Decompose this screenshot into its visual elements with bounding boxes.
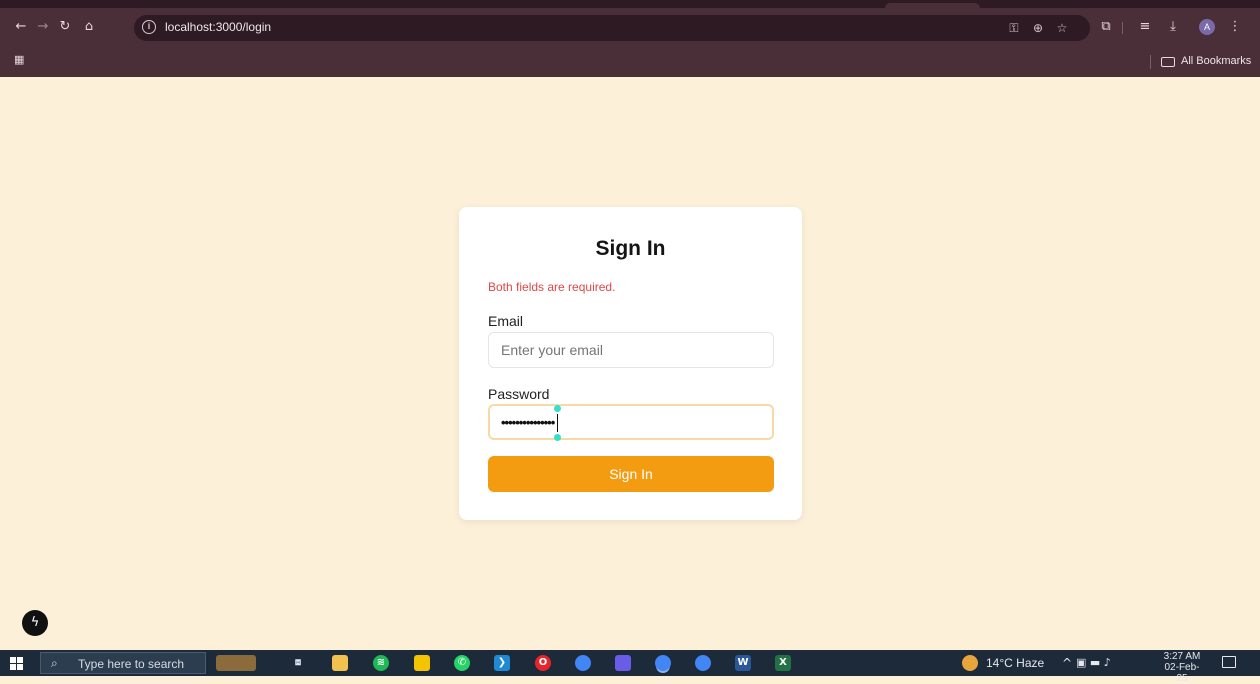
extensions-icon[interactable]: ⧉ — [1097, 18, 1115, 36]
sticky-notes-icon[interactable] — [414, 655, 430, 671]
address-bar[interactable]: i localhost:3000/login ⚿ ⊕ ☆ — [134, 15, 1090, 41]
back-icon[interactable]: ← — [12, 18, 30, 36]
email-field[interactable] — [488, 332, 774, 368]
whatsapp-icon[interactable]: ✆ — [454, 655, 470, 671]
taskbar-search[interactable]: ⌕ Type here to search — [40, 652, 206, 674]
bookmark-star-icon[interactable]: ☆ — [1054, 20, 1070, 36]
tray-chevron-icon[interactable]: ^ — [1062, 656, 1072, 670]
bookmarks-divider — [1150, 55, 1151, 69]
password-field[interactable]: ••••••••••••••• — [488, 404, 774, 442]
browser-toolbar: ← → ↻ ⌂ i localhost:3000/login ⚿ ⊕ ☆ ⧉ ≡… — [0, 8, 1260, 48]
text-cursor — [554, 405, 562, 442]
profile-avatar[interactable]: A — [1199, 19, 1215, 35]
toolbar-divider — [1122, 22, 1123, 34]
spotify-icon[interactable]: ≋ — [373, 655, 389, 671]
file-explorer-icon[interactable] — [332, 655, 348, 671]
bolt-icon[interactable]: ϟ — [22, 610, 48, 636]
search-icon: ⌕ — [51, 656, 58, 670]
download-icon[interactable]: ⤓ — [1164, 18, 1182, 36]
reading-list-icon[interactable]: ≡ — [1136, 18, 1154, 36]
copilot-icon[interactable] — [615, 655, 631, 671]
weather-icon[interactable] — [962, 655, 978, 671]
search-placeholder: Type here to search — [78, 657, 185, 671]
url-text[interactable]: localhost:3000/login — [165, 20, 271, 34]
signin-card: Sign In Both fields are required. Email … — [459, 207, 802, 520]
all-bookmarks-label[interactable]: All Bookmarks — [1181, 55, 1251, 67]
reload-icon[interactable]: ↻ — [56, 18, 74, 36]
signin-button[interactable]: Sign In — [488, 456, 774, 492]
folder-icon[interactable] — [1161, 57, 1175, 67]
tray-icons[interactable]: ▣ ▬ ♪ — [1076, 656, 1111, 669]
task-view-icon[interactable]: ⧈ — [290, 655, 306, 671]
weather-text[interactable]: 14°C Haze — [986, 656, 1044, 670]
clock-time: 3:27 AM — [1163, 651, 1201, 662]
windows-start-icon[interactable] — [10, 657, 23, 670]
clock-date: 02-Feb-25 — [1164, 662, 1200, 684]
opera-icon[interactable]: O — [535, 655, 551, 671]
notifications-icon[interactable] — [1222, 656, 1236, 668]
chrome-active-icon[interactable] — [655, 655, 671, 671]
apps-grid-icon[interactable]: ▦ — [14, 54, 26, 66]
zoom-icon[interactable]: ⊕ — [1030, 20, 1046, 36]
word-icon[interactable]: W — [735, 655, 751, 671]
excel-icon[interactable]: X — [775, 655, 791, 671]
home-icon[interactable]: ⌂ — [80, 18, 98, 36]
bookmarks-bar: ▦ All Bookmarks — [0, 48, 1260, 77]
forward-icon[interactable]: → — [34, 18, 52, 36]
email-label: Email — [488, 313, 524, 329]
password-key-icon[interactable]: ⚿ — [1006, 20, 1022, 36]
tab-strip — [0, 0, 1260, 8]
site-info-icon[interactable]: i — [142, 20, 156, 34]
page-title: Sign In — [595, 237, 666, 260]
password-value: ••••••••••••••• — [501, 415, 555, 430]
taskbar: ⌕ Type here to search ⧈ ≋ ✆ ❯ O W X 14°C… — [0, 650, 1260, 684]
chrome-icon[interactable] — [575, 655, 591, 671]
password-label: Password — [488, 386, 550, 402]
menu-icon[interactable]: ⋮ — [1226, 18, 1244, 36]
vscode-icon[interactable]: ❯ — [494, 655, 510, 671]
clock[interactable]: 3:27 AM 02-Feb-25 — [1160, 651, 1204, 684]
widget-image-icon[interactable] — [216, 655, 256, 671]
chrome-profile-icon[interactable] — [695, 655, 711, 671]
error-message: Both fields are required. — [488, 280, 616, 294]
